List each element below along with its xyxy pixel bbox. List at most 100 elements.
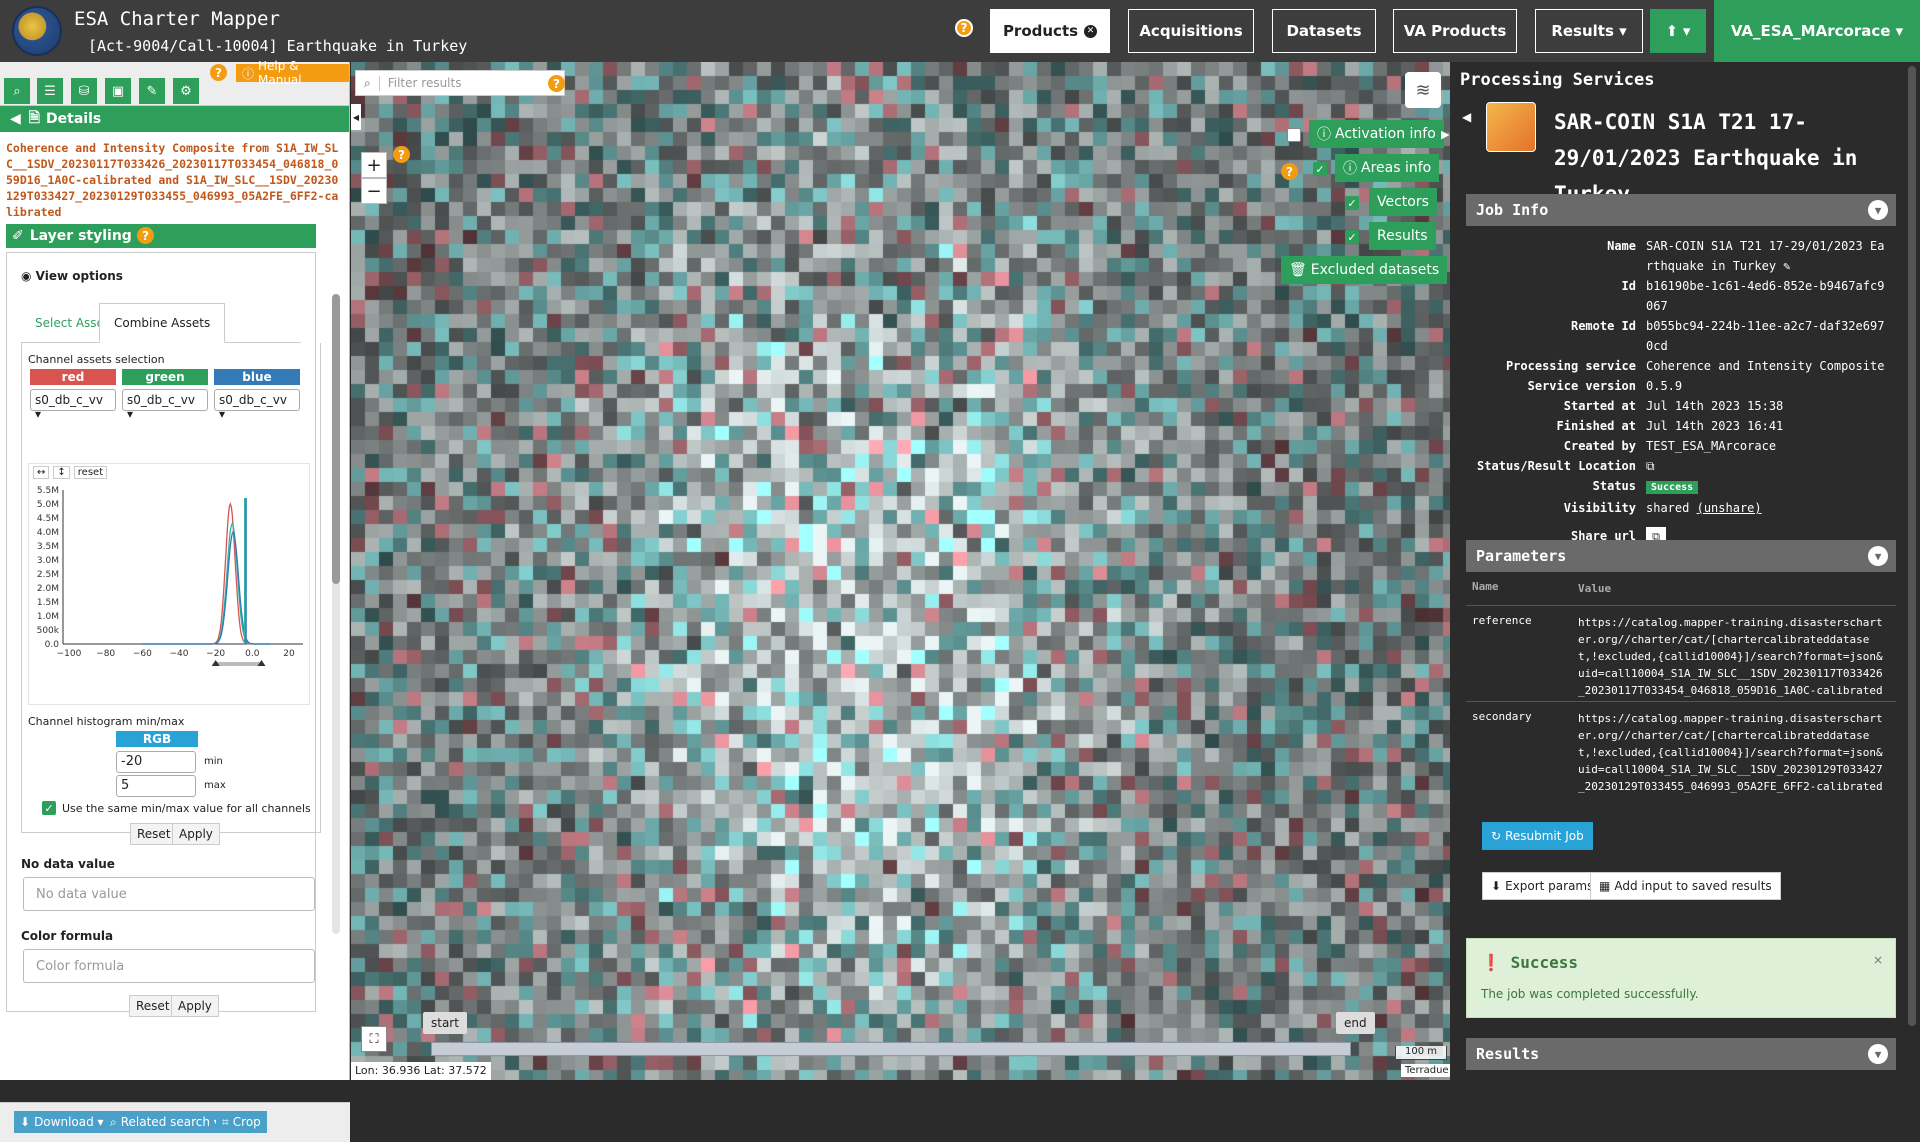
- y-tick-label: 2.5M: [37, 570, 59, 580]
- same-minmax-option: ✓ Use the same min/max value for all cha…: [42, 801, 311, 815]
- parameters-header[interactable]: Parameters ▼: [1466, 540, 1896, 572]
- blue-channel-select[interactable]: s0_db_c_vv ▾: [214, 389, 300, 421]
- tab-combine-assets[interactable]: Combine Assets: [99, 303, 226, 343]
- success-title: ❗ Success: [1481, 953, 1578, 972]
- layer-styling-header[interactable]: ✐ Layer styling ▾: [6, 224, 316, 248]
- left-scrollbar[interactable]: [332, 294, 340, 934]
- y-tick-label: 4.5M: [37, 514, 59, 524]
- fullscreen-button[interactable]: ⛶: [361, 1026, 387, 1052]
- parameters-section: Parameters ▼ Name Value reference https://c…: [1466, 540, 1896, 797]
- user-menu[interactable]: VA_ESA_MArcorace ▾: [1714, 0, 1920, 62]
- help-icon[interactable]: ?: [1281, 163, 1298, 180]
- add-input-saved-results-button[interactable]: ▦ Add input to saved results: [1590, 872, 1781, 900]
- close-circle-icon[interactable]: ✕: [1084, 24, 1098, 38]
- color-formula-input[interactable]: Color formula: [23, 949, 315, 983]
- activation-info-checkbox[interactable]: [1287, 128, 1301, 142]
- max-label: max: [204, 780, 226, 791]
- formula-apply-button[interactable]: Apply: [171, 995, 219, 1017]
- same-minmax-checkbox[interactable]: ✓: [42, 801, 56, 815]
- histogram-toolbar: ↔ ↕ reset: [33, 466, 108, 479]
- rgb-button[interactable]: RGB: [116, 731, 198, 747]
- filter-results-box[interactable]: ⌕ Filter results: [355, 70, 565, 96]
- details-header[interactable]: ◀ 🗎 Details: [0, 106, 349, 132]
- list-icon[interactable]: ☰: [37, 78, 63, 104]
- max-input[interactable]: 5: [116, 775, 196, 797]
- vectors-button[interactable]: Vectors: [1369, 188, 1437, 216]
- no-data-input[interactable]: No data value: [23, 877, 315, 911]
- nav-products[interactable]: Products ✕: [990, 9, 1110, 53]
- upload-button[interactable]: ⬆ ▾: [1650, 9, 1706, 53]
- activation-info-button[interactable]: ⓘ Activation info: [1309, 120, 1444, 148]
- histogram-apply-button[interactable]: Apply: [172, 823, 220, 845]
- collapse-arrow-icon[interactable]: ◀: [1462, 110, 1471, 124]
- histogram-chart: ↔ ↕ reset 5.5M 5.0M 4.5M 4.0M 3.5M 3.0M 2.5M 2.…: [28, 463, 310, 705]
- download-button[interactable]: ⬇ Download ▾: [14, 1111, 110, 1133]
- histogram-reset-button[interactable]: reset: [73, 466, 108, 479]
- help-icon[interactable]: ?: [210, 64, 227, 81]
- help-icon[interactable]: ?: [955, 19, 973, 37]
- layers-button[interactable]: ≋: [1405, 72, 1441, 108]
- x-tick-label: −60: [133, 649, 152, 659]
- pencil-icon[interactable]: ✎: [139, 78, 165, 104]
- search-icon[interactable]: ⌕: [4, 78, 30, 104]
- zoom-out-button[interactable]: −: [361, 178, 387, 204]
- basket-icon[interactable]: ⛁: [71, 78, 97, 104]
- asset-tabs: Select Asset Combine Assets: [21, 303, 301, 343]
- map-view[interactable]: ◀ ⌕ Filter results ? + − ? ≋ ⓘ Activation…: [351, 62, 1450, 1080]
- job-info-table: Name SAR-COIN S1A T21 17-29/01/2023 Earth…: [1466, 226, 1896, 557]
- nav-va-products[interactable]: VA Products: [1393, 9, 1517, 53]
- download-icon: ⬇: [20, 1115, 31, 1129]
- timeline-slider[interactable]: [431, 1042, 1351, 1056]
- job-info-section: Job Info ▼ Name SAR-COIN S1A T21 17-29/01/…: [1466, 194, 1896, 557]
- filter-results-input[interactable]: Filter results: [380, 76, 462, 90]
- archive-icon[interactable]: ▣: [105, 78, 131, 104]
- help-icon[interactable]: ?: [137, 227, 154, 244]
- crop-button[interactable]: ⌗ Crop: [216, 1111, 267, 1133]
- green-channel-select[interactable]: s0_db_c_vv ▾: [122, 389, 208, 421]
- external-link-icon[interactable]: ⧉: [1646, 456, 1886, 476]
- nav-datasets[interactable]: Datasets: [1272, 9, 1376, 53]
- results-button[interactable]: Results: [1369, 222, 1436, 250]
- red-channel-select[interactable]: s0_db_c_vv ▾: [30, 389, 116, 421]
- results-section: Results ▼: [1466, 1038, 1896, 1070]
- chevron-down-icon[interactable]: ▼: [1868, 1044, 1888, 1064]
- pan-horizontal-icon[interactable]: ↔: [33, 466, 50, 479]
- expand-arrow-icon[interactable]: ▶: [1441, 128, 1449, 141]
- excluded-datasets-button[interactable]: 🗑 Excluded datasets: [1281, 256, 1448, 284]
- left-scrollbar-thumb[interactable]: [332, 294, 340, 584]
- resubmit-job-button[interactable]: ↻ Resubmit Job: [1482, 822, 1593, 850]
- areas-info-checkbox[interactable]: ✓: [1313, 162, 1327, 176]
- results-checkbox[interactable]: ✓: [1345, 230, 1359, 244]
- zoom-in-button[interactable]: +: [361, 152, 387, 178]
- right-scrollbar[interactable]: [1908, 66, 1916, 1026]
- nav-acquisitions[interactable]: Acquisitions: [1128, 9, 1254, 53]
- histogram-reset-button[interactable]: Reset: [130, 823, 178, 845]
- pan-vertical-icon[interactable]: ↕: [53, 466, 70, 479]
- chevron-down-icon[interactable]: ▼: [1868, 546, 1888, 566]
- chevron-down-icon[interactable]: ▼: [1868, 200, 1888, 220]
- unshare-link[interactable]: (unshare): [1697, 501, 1762, 515]
- histogram-plot: 5.5M 5.0M 4.5M 4.0M 3.5M 3.0M 2.5M 2.0M 1.5M 1.0M…: [37, 486, 303, 666]
- gear-icon[interactable]: ⚙: [173, 78, 199, 104]
- help-icon[interactable]: ?: [548, 75, 565, 92]
- info-icon: ⓘ: [1317, 127, 1331, 143]
- related-search-button[interactable]: ⌕ Related search ▾: [104, 1111, 226, 1133]
- nav-results[interactable]: Results ▾: [1535, 9, 1643, 53]
- info-icon: ⓘ: [1343, 161, 1357, 177]
- chevron-left-icon[interactable]: ◀: [10, 111, 21, 127]
- collapse-left-panel-button[interactable]: ◀: [351, 104, 361, 130]
- results-header[interactable]: Results ▼: [1466, 1038, 1896, 1070]
- exclamation-circle-icon: ❗: [1481, 953, 1501, 972]
- close-icon[interactable]: ×: [1873, 953, 1883, 967]
- export-params-button[interactable]: ⬇ Export params: [1482, 872, 1603, 900]
- sar-image-layer[interactable]: [351, 62, 1450, 1080]
- areas-info-button[interactable]: ⓘ Areas info: [1335, 154, 1440, 182]
- job-info-header[interactable]: Job Info ▼: [1466, 194, 1896, 226]
- formula-reset-button[interactable]: Reset: [129, 995, 177, 1017]
- help-manual-button[interactable]: ⓘ Help & Manual: [236, 59, 349, 87]
- color-formula-label: Color formula: [21, 929, 114, 943]
- help-icon[interactable]: ?: [393, 146, 410, 163]
- view-options-label: ◉ View options: [21, 269, 123, 283]
- min-input[interactable]: -20: [116, 751, 196, 773]
- vectors-checkbox[interactable]: ✓: [1345, 196, 1359, 210]
